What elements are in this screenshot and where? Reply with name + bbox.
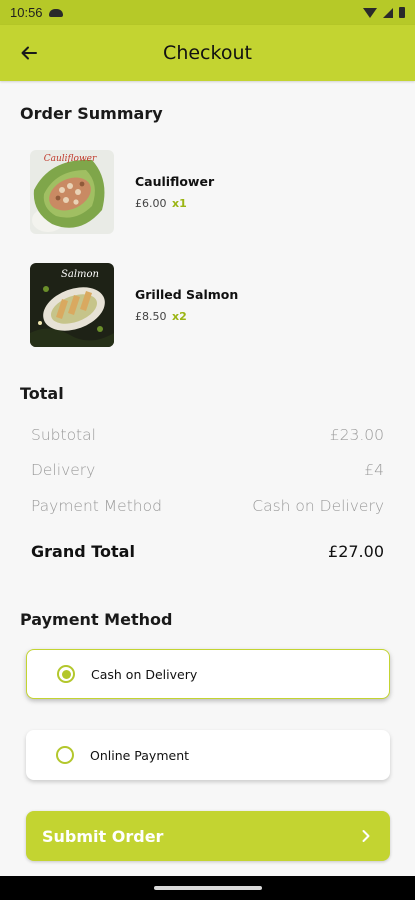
battery-icon bbox=[399, 7, 405, 18]
payment-option-label: Cash on Delivery bbox=[91, 666, 198, 682]
grand-total-value: £27.00 bbox=[328, 542, 384, 561]
payment-method-value: Cash on Delivery bbox=[252, 497, 384, 515]
subtotal-value: £23.00 bbox=[329, 426, 384, 444]
back-button[interactable] bbox=[14, 39, 44, 67]
payment-method-row: Payment Method Cash on Delivery bbox=[31, 497, 384, 515]
payment-option-online[interactable]: Online Payment bbox=[26, 730, 390, 780]
cloud-icon bbox=[48, 8, 63, 17]
signal-icon bbox=[383, 7, 393, 18]
delivery-value: £4 bbox=[364, 461, 384, 479]
order-summary-heading: Order Summary bbox=[20, 104, 163, 123]
submit-order-label: Submit Order bbox=[42, 826, 164, 846]
grilled-salmon-image-text: Salmon bbox=[61, 269, 99, 280]
app-bar: Checkout bbox=[0, 25, 415, 81]
cauliflower-image: Cauliflower bbox=[30, 150, 114, 234]
cauliflower-image-text: Cauliflower bbox=[44, 154, 97, 164]
status-bar: 10:56 bbox=[0, 0, 415, 25]
system-nav-bar bbox=[0, 876, 415, 900]
item-quantity: x1 bbox=[172, 197, 187, 210]
order-item-grilled-salmon[interactable]: Salmon Grilled Salmon £8.50 x2 bbox=[30, 263, 390, 347]
payment-option-label: Online Payment bbox=[90, 747, 190, 763]
delivery-label: Delivery bbox=[31, 461, 96, 479]
wifi-icon bbox=[363, 7, 377, 18]
subtotal-row: Subtotal £23.00 bbox=[31, 426, 384, 444]
item-quantity: x2 bbox=[172, 310, 187, 323]
arrow-left-icon bbox=[21, 46, 37, 60]
grand-total-label: Grand Total bbox=[31, 542, 135, 561]
home-indicator[interactable] bbox=[153, 886, 262, 890]
submit-order-button[interactable]: Submit Order bbox=[26, 811, 390, 861]
payment-method-label: Payment Method bbox=[31, 497, 162, 515]
status-time: 10:56 bbox=[10, 5, 43, 20]
total-heading: Total bbox=[20, 384, 64, 403]
item-name: Cauliflower bbox=[135, 174, 215, 189]
order-item-cauliflower[interactable]: Cauliflower Cauliflower £6.00 x1 bbox=[30, 150, 390, 234]
chevron-right-icon bbox=[362, 830, 370, 842]
subtotal-label: Subtotal bbox=[31, 426, 96, 444]
payment-method-heading: Payment Method bbox=[20, 610, 173, 629]
item-name: Grilled Salmon bbox=[135, 287, 239, 302]
page-title: Checkout bbox=[163, 42, 252, 64]
grand-total-row: Grand Total £27.00 bbox=[31, 542, 384, 561]
delivery-row: Delivery £4 bbox=[31, 461, 384, 479]
payment-option-cash[interactable]: Cash on Delivery bbox=[26, 649, 390, 699]
item-price: £6.00 bbox=[135, 197, 167, 210]
status-icons bbox=[363, 7, 405, 18]
item-price: £8.50 bbox=[135, 310, 167, 323]
radio-unselected-icon[interactable] bbox=[56, 746, 74, 764]
grilled-salmon-image: Salmon bbox=[30, 263, 114, 347]
radio-selected-icon[interactable] bbox=[57, 665, 75, 683]
